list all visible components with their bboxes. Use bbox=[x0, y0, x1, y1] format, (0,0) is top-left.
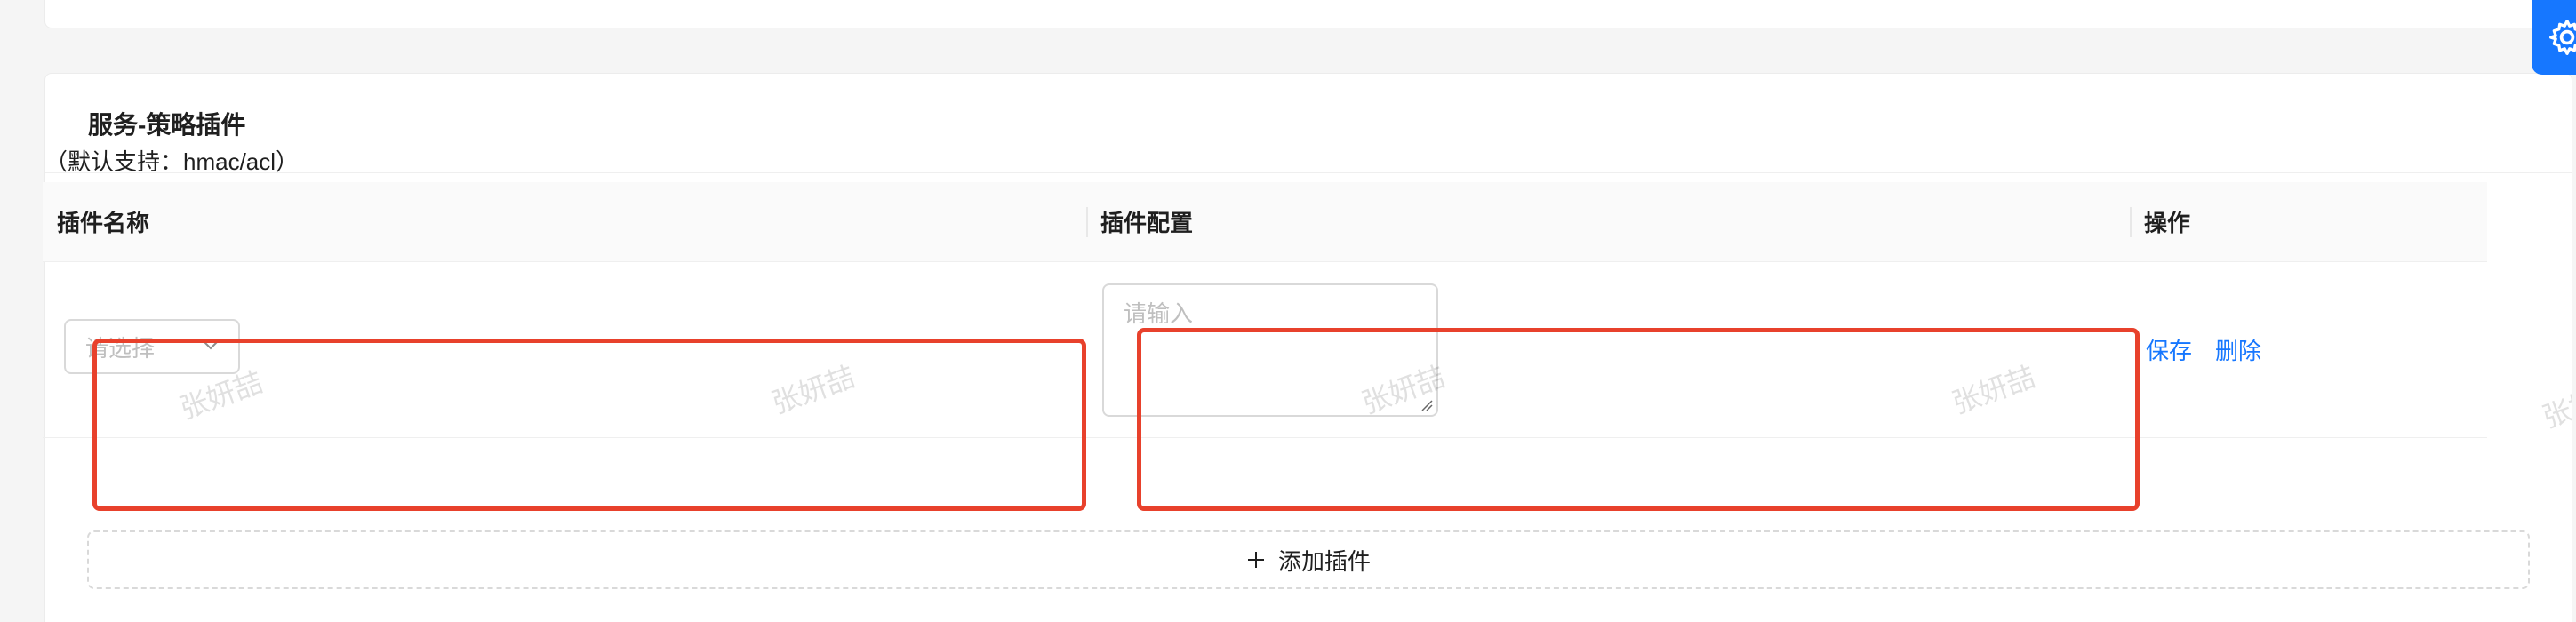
plugin-select[interactable]: 请选择 bbox=[64, 319, 240, 374]
plugin-select-placeholder: 请选择 bbox=[85, 334, 156, 362]
page-edge bbox=[2572, 75, 2576, 622]
plugin-name-cell: 请选择 bbox=[43, 262, 1086, 437]
chevron-down-icon bbox=[204, 341, 218, 350]
previous-card bbox=[44, 0, 2572, 28]
column-header-actions: 操作 bbox=[2130, 182, 2487, 261]
card-header: 服务-策略插件 bbox=[45, 74, 2572, 173]
plugin-config-placeholder: 请输入 bbox=[1124, 300, 1194, 327]
actions-cell: 保存 删除 bbox=[2130, 262, 2487, 437]
plugin-config-textarea[interactable]: 请输入 bbox=[1102, 283, 1438, 417]
row-actions: 保存 删除 bbox=[2146, 333, 2261, 366]
delete-button[interactable]: 删除 bbox=[2215, 333, 2261, 366]
settings-button[interactable] bbox=[2532, 0, 2576, 75]
plugin-config-cell: 请输入 bbox=[1086, 262, 2130, 437]
plus-icon bbox=[1247, 552, 1264, 568]
add-plugin-button[interactable]: 添加插件 bbox=[87, 530, 2530, 589]
resize-handle-icon[interactable] bbox=[1419, 397, 1433, 411]
card-title: 服务-策略插件 bbox=[88, 110, 246, 139]
default-support-hint: （默认支持：hmac/acl） bbox=[44, 148, 300, 175]
column-header-plugin-config: 插件配置 bbox=[1086, 182, 2130, 261]
gear-icon bbox=[2549, 20, 2576, 55]
plugin-table: 插件名称 插件配置 操作 请选择 请输入 保存 删除 bbox=[43, 182, 2487, 438]
column-header-plugin-name: 插件名称 bbox=[57, 210, 150, 236]
save-button[interactable]: 保存 bbox=[2146, 333, 2192, 366]
table-row: 请选择 请输入 保存 删除 bbox=[43, 262, 2487, 438]
add-plugin-label: 添加插件 bbox=[1277, 547, 1371, 575]
table-header: 插件名称 插件配置 操作 bbox=[43, 182, 2487, 262]
